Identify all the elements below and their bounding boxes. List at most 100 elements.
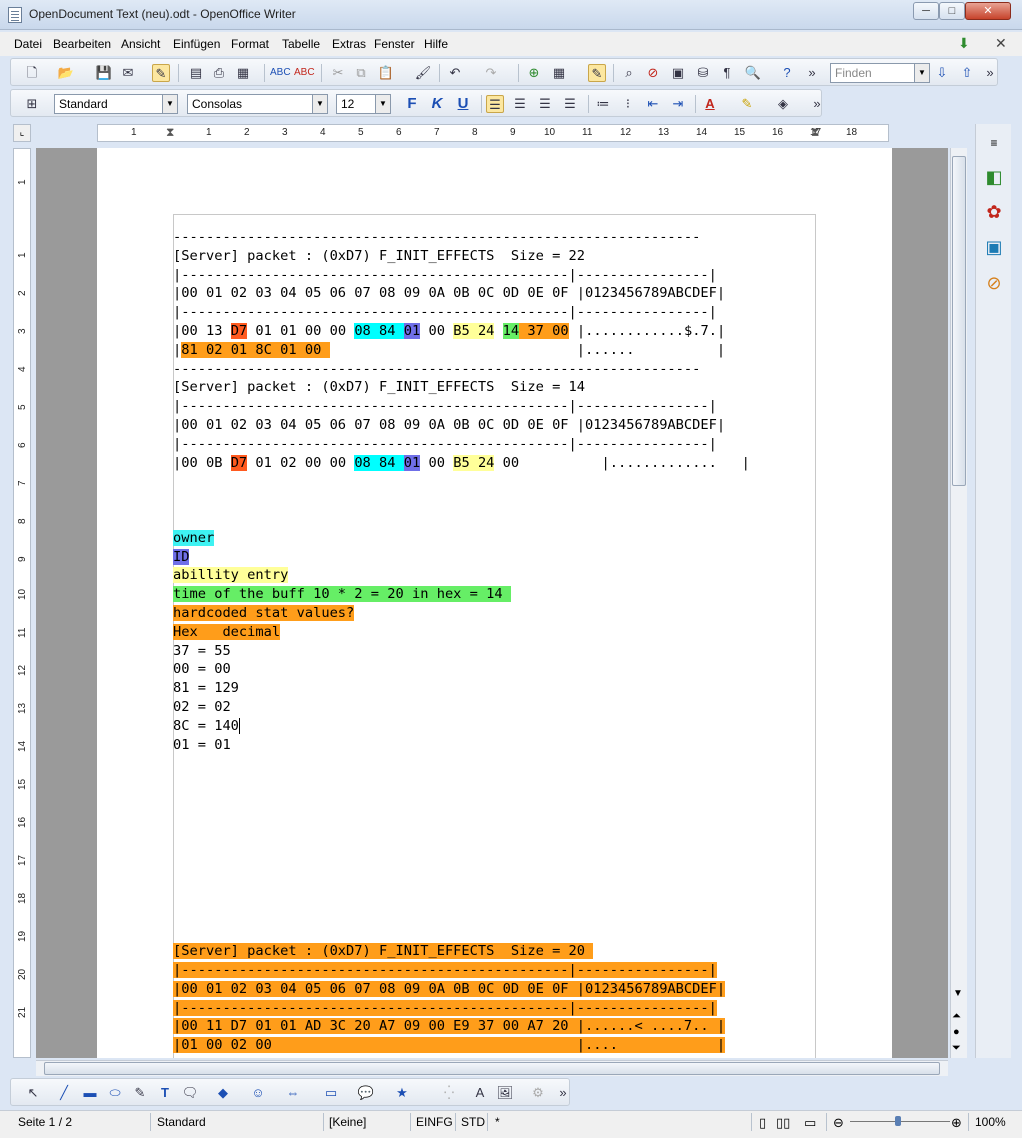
next-page-icon[interactable]: ⏷ [952, 1042, 961, 1055]
clone-format-icon[interactable]: 🖌 [414, 64, 432, 82]
menu-ansicht[interactable]: Ansicht [121, 37, 160, 51]
menu-einfuegen[interactable]: Einfügen [173, 37, 220, 51]
text-icon[interactable]: T [156, 1084, 174, 1102]
find-replace-icon[interactable]: ⌕ [620, 64, 638, 82]
menu-hilfe[interactable]: Hilfe [424, 37, 448, 51]
find-input[interactable]: Finden ▼ [830, 63, 930, 83]
tab-stop-selector[interactable]: ⌞ [13, 124, 31, 142]
styles-formatting-icon[interactable]: ⊞ [23, 95, 41, 113]
chevron-down-icon[interactable]: ▼ [162, 95, 177, 113]
save-icon[interactable]: 💾 [95, 64, 113, 82]
numbering-icon[interactable]: ≔ [594, 95, 612, 113]
previous-page-icon[interactable]: ⏶ [952, 1010, 961, 1023]
gallery-icon[interactable]: ▣ [669, 64, 687, 82]
horizontal-scroll-thumb[interactable] [44, 1062, 940, 1075]
rectangle-icon[interactable]: ▬ [81, 1084, 99, 1102]
maximize-button[interactable]: □ [939, 2, 965, 20]
close-button[interactable]: ✕ [965, 2, 1011, 20]
zoom-icon[interactable]: 🔍 [744, 64, 762, 82]
properties-icon[interactable]: ◧ [981, 164, 1007, 190]
menu-extras[interactable]: Extras [332, 37, 366, 51]
horizontal-scrollbar[interactable] [36, 1060, 948, 1076]
zoom-in-icon[interactable]: ⊕ [951, 1115, 962, 1131]
minimize-button[interactable]: ─ [913, 2, 939, 20]
zoom-out-icon[interactable]: ⊖ [833, 1115, 844, 1131]
basic-shapes-icon[interactable]: ◆ [214, 1084, 232, 1102]
background-color-icon[interactable]: ◈ [774, 95, 792, 113]
align-center-icon[interactable]: ☰ [511, 95, 529, 113]
find-next-icon[interactable]: ⇩ [933, 64, 951, 82]
help-icon[interactable]: ? [778, 64, 796, 82]
line-icon[interactable]: ╱ [55, 1084, 73, 1102]
page-indicator[interactable]: Seite 1 / 2 [18, 1115, 72, 1129]
menu-fenster[interactable]: Fenster [374, 37, 415, 51]
document-page[interactable]: ----------------------------------------… [97, 148, 892, 1058]
email-icon[interactable]: ✉ [119, 64, 137, 82]
vertical-scrollbar[interactable]: ▼ ⏶ ● ⏷ [950, 148, 967, 1058]
autospellcheck-icon[interactable]: ABC [294, 64, 315, 82]
formatting-marks-icon[interactable]: ¶ [718, 64, 736, 82]
single-page-view-icon[interactable]: ▯ [759, 1115, 766, 1131]
extrusion-icon[interactable]: ⚙ [529, 1084, 547, 1102]
callouts-icon[interactable]: 🗨 [181, 1084, 199, 1102]
undo-icon[interactable]: ↶ [446, 64, 464, 82]
paste-icon[interactable]: 📋 [377, 64, 395, 82]
ellipse-icon[interactable]: ⬭ [106, 1084, 124, 1102]
decrease-indent-icon[interactable]: ⇤ [644, 95, 662, 113]
show-draw-functions-icon[interactable]: ✎ [588, 64, 606, 82]
block-arrows-icon[interactable]: ⇔ [284, 1084, 302, 1102]
redo-icon[interactable]: ↷ [482, 64, 500, 82]
page-style[interactable]: Standard [157, 1115, 206, 1129]
data-sources-icon[interactable]: ⛁ [694, 64, 712, 82]
document-text[interactable]: ----------------------------------------… [173, 228, 750, 1055]
zoom-slider-thumb[interactable] [895, 1116, 901, 1126]
callout-shapes-icon[interactable]: 💬 [357, 1084, 375, 1102]
cut-icon[interactable]: ✂ [329, 64, 347, 82]
chevron-down-icon[interactable]: ▼ [375, 95, 390, 113]
bold-button[interactable]: F [403, 95, 421, 113]
selection-mode[interactable]: STD [461, 1115, 485, 1129]
symbol-shapes-icon[interactable]: ☺ [249, 1084, 267, 1102]
points-icon[interactable]: ⁛ [440, 1084, 458, 1102]
spellcheck-icon[interactable]: ABC [270, 64, 291, 82]
table-icon[interactable]: ▦ [550, 64, 568, 82]
print-icon[interactable]: ⎙ [210, 64, 228, 82]
page-preview-icon[interactable]: ▦ [234, 64, 252, 82]
multi-page-view-icon[interactable]: ▯▯ [776, 1115, 790, 1131]
vertical-scroll-thumb[interactable] [952, 156, 966, 486]
open-folder-icon[interactable]: 📂 [57, 64, 75, 82]
copy-icon[interactable]: ⧉ [352, 64, 370, 82]
paragraph-style-select[interactable]: Standard ▼ [54, 94, 178, 114]
menu-format[interactable]: Format [231, 37, 269, 51]
flowcharts-icon[interactable]: ▭ [322, 1084, 340, 1102]
toolbar-options-icon[interactable]: » [803, 64, 821, 82]
chevron-down-icon[interactable]: ▼ [914, 64, 929, 82]
navigation-icon[interactable]: ● [953, 1026, 960, 1038]
vertical-ruler[interactable]: 1 1 2 3 4 5 6 7 8 9 10 11 12 13 14 15 16… [13, 148, 31, 1058]
zoom-level[interactable]: 100% [975, 1115, 1006, 1129]
styles-icon[interactable]: ✿ [981, 199, 1007, 225]
menu-bearbeiten[interactable]: Bearbeiten [53, 37, 111, 51]
italic-button[interactable]: K [428, 95, 446, 113]
menu-datei[interactable]: Datei [14, 37, 42, 51]
language-indicator[interactable]: [Keine] [329, 1115, 366, 1129]
toolbar-options-icon[interactable]: » [981, 64, 999, 82]
update-download-icon[interactable]: ⬇ [958, 36, 974, 50]
new-document-icon[interactable]: 🗋 [23, 64, 41, 82]
highlighting-icon[interactable]: ✎ [738, 95, 756, 113]
underline-button[interactable]: U [454, 95, 472, 113]
justify-icon[interactable]: ☰ [561, 95, 579, 113]
book-view-icon[interactable]: ▭ [804, 1115, 816, 1131]
gallery-icon[interactable]: ▣ [981, 234, 1007, 260]
navigator-icon[interactable]: ⊘ [981, 270, 1007, 296]
navigator-icon[interactable]: ⊘ [644, 64, 662, 82]
toolbar-options-icon[interactable]: » [808, 95, 826, 113]
chevron-down-icon[interactable]: ▼ [953, 988, 963, 999]
right-indent-marker[interactable]: ⧗ [811, 125, 819, 140]
fontwork-icon[interactable]: A [471, 1084, 489, 1102]
bullets-icon[interactable]: ⁝ [619, 95, 637, 113]
freeform-icon[interactable]: ✎ [131, 1084, 149, 1102]
align-left-icon[interactable]: ☰ [486, 95, 504, 113]
insert-mode[interactable]: EINFG [416, 1115, 453, 1129]
align-right-icon[interactable]: ☰ [536, 95, 554, 113]
